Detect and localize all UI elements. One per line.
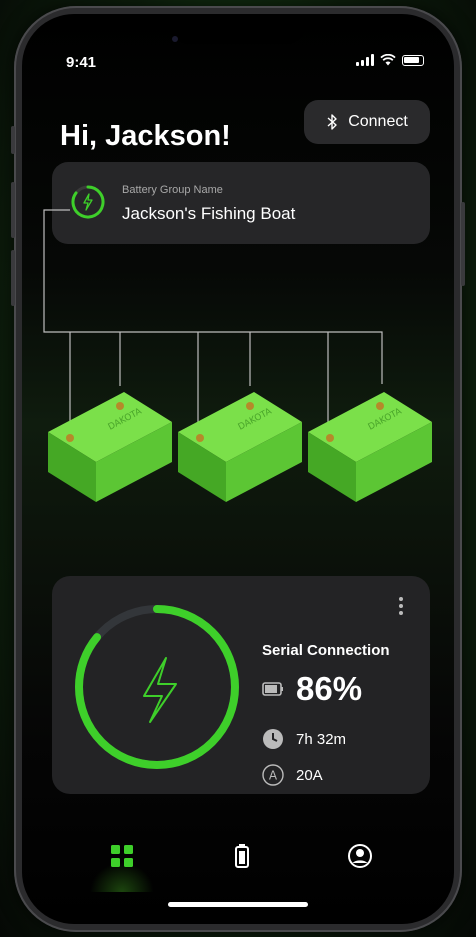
mute-switch (11, 126, 15, 154)
battery-level-icon (262, 682, 283, 696)
main-wire (43, 209, 383, 384)
tab-dashboard[interactable] (108, 842, 136, 870)
volume-down-button (11, 250, 15, 306)
lightning-bolt-icon (143, 657, 177, 723)
profile-icon (348, 844, 372, 868)
home-indicator (168, 902, 308, 907)
tab-bar (22, 834, 454, 894)
connection-type: Serial Connection (262, 642, 390, 659)
current-row: A 20A (262, 764, 323, 786)
power-button (461, 202, 465, 286)
dashboard-grid-icon (111, 845, 133, 867)
tab-profile[interactable] (346, 842, 374, 870)
charge-row: 86% (262, 670, 362, 708)
battery-2[interactable]: DAKOTA (174, 374, 304, 504)
app-screen: 9:41 Hi, Jackson! Connect Battery Group … (22, 14, 454, 924)
charge-ring (75, 605, 239, 769)
battery-status-card: Serial Connection 86% 7h 32m A 20A (52, 576, 430, 794)
time-remaining-row: 7h 32m (262, 728, 346, 750)
svg-text:A: A (269, 769, 278, 783)
charge-percent: 86% (296, 670, 363, 707)
battery-1[interactable]: DAKOTA (44, 374, 174, 504)
current-amps: 20A (296, 766, 323, 784)
tab-battery[interactable] (228, 842, 256, 870)
clock-icon (263, 729, 283, 749)
battery-3[interactable]: DAKOTA (304, 374, 434, 504)
battery-icon (235, 844, 249, 868)
amperage-icon: A (262, 764, 284, 786)
more-options-icon[interactable] (398, 596, 404, 616)
volume-up-button (11, 182, 15, 238)
time-remaining: 7h 32m (296, 730, 347, 748)
